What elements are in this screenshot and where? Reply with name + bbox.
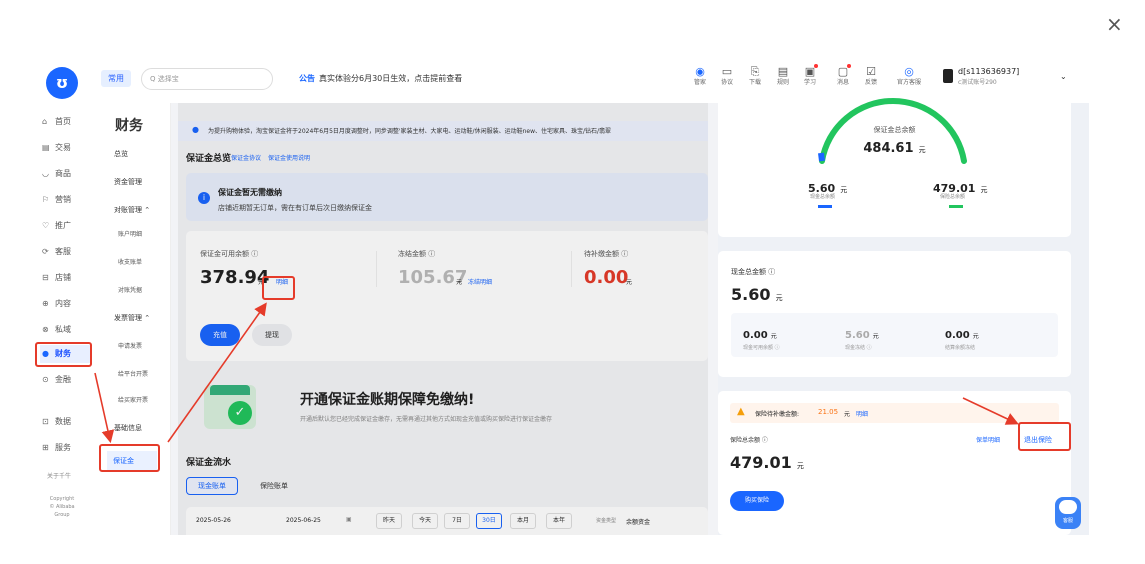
close-icon[interactable]: × bbox=[1106, 14, 1123, 34]
arrows-overlay bbox=[94, 302, 1019, 444]
screenshot-frame: ʊ 常用 Q 选择宝 公告 真实体验分6月30日生效，点击提前查看 ◉ 管家 ▭ 协议 ⎘… bbox=[33, 57, 1089, 535]
